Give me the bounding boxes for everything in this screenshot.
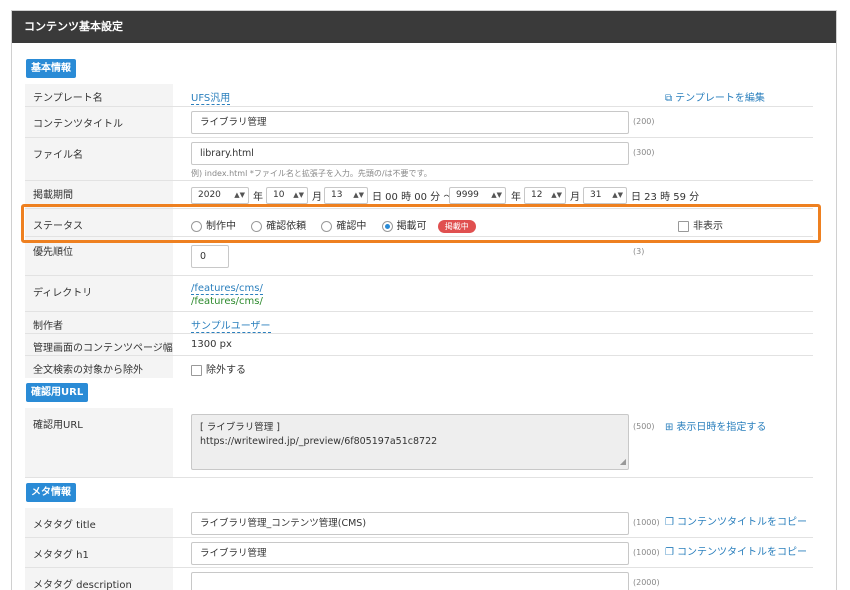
copy-title-link[interactable]: ❐ コンテンツタイトルをコピー xyxy=(665,513,807,528)
start-time-text: 日 00 時 00 分 〜 xyxy=(372,192,454,203)
month-suffix: 月 xyxy=(312,192,322,203)
content-settings-panel: コンテンツ基本設定 基本情報 テンプレート名 UFS汎用 ⧉ テンプレートを編集 … xyxy=(11,10,837,590)
row-directory: ディレクトリ /features/cms/ /features/cms/ xyxy=(25,276,813,312)
plus-square-icon: ⊞ xyxy=(665,422,674,433)
priority-input[interactable]: 0 xyxy=(191,245,229,268)
row-page-width: 管理画面のコンテンツページ幅 1300 px xyxy=(25,334,813,356)
edit-template-link[interactable]: ⧉ テンプレートを編集 xyxy=(665,89,765,104)
panel-header: コンテンツ基本設定 xyxy=(12,11,836,43)
copy-icon: ❐ xyxy=(665,547,674,558)
row-author: 制作者 サンプルユーザー xyxy=(25,312,813,334)
directory-link-green[interactable]: /features/cms/ xyxy=(191,296,263,307)
row-template: テンプレート名 UFS汎用 ⧉ テンプレートを編集 xyxy=(25,84,813,107)
end-month-suffix: 月 xyxy=(570,192,580,203)
copy-h1-link[interactable]: ❐ コンテンツタイトルをコピー xyxy=(665,543,807,558)
meta-title-limit: (1000) xyxy=(633,518,660,527)
meta-title-label: メタタグ title xyxy=(25,508,173,537)
external-link-icon: ⧉ xyxy=(665,93,673,104)
file-name-label: ファイル名 xyxy=(25,138,173,180)
file-name-hint: 例) index.html *ファイル名と拡張子を入力。先頭の/は不要です。 xyxy=(191,169,432,178)
row-fulltext: 全文検索の対象から除外 除外する xyxy=(25,356,813,378)
content-title-input[interactable]: ライブラリ管理 xyxy=(191,111,629,134)
end-year-suffix: 年 xyxy=(511,192,521,203)
row-preview-url: 確認用URL [ ライブラリ管理 ] https://writewired.jp… xyxy=(25,408,813,478)
checkbox-icon xyxy=(191,364,202,376)
preview-url-line2: https://writewired.jp/_preview/6f805197a… xyxy=(200,436,438,447)
file-name-limit: (300) xyxy=(633,148,655,157)
section-preview-url: 確認用URL xyxy=(26,383,89,402)
preview-url-label: 確認用URL xyxy=(25,408,173,477)
content-title-label: コンテンツタイトル xyxy=(25,107,173,137)
content-title-limit: (200) xyxy=(633,117,655,126)
file-name-input[interactable]: library.html xyxy=(191,142,629,165)
priority-limit: (3) xyxy=(633,247,645,256)
author-label: 制作者 xyxy=(25,312,173,333)
template-label: テンプレート名 xyxy=(25,84,173,106)
meta-h1-input[interactable]: ライブラリ管理 xyxy=(191,542,629,565)
end-time-text: 日 23 時 59 分 xyxy=(631,192,700,203)
page-width-label: 管理画面のコンテンツページ幅 xyxy=(25,334,173,355)
preview-url-limit: (500) xyxy=(633,422,655,431)
start-day-select[interactable]: 13 ▲▼ xyxy=(324,187,368,204)
meta-h1-label: メタタグ h1 xyxy=(25,538,173,567)
author-link[interactable]: サンプルユーザー xyxy=(191,321,271,333)
fulltext-label: 全文検索の対象から除外 xyxy=(25,356,173,378)
section-basic-info: 基本情報 xyxy=(26,59,76,78)
status-highlight-frame xyxy=(21,204,821,243)
end-day-select[interactable]: 31 ▲▼ xyxy=(583,187,627,204)
start-year-select[interactable]: 2020 ▲▼ xyxy=(191,187,249,204)
preview-url-textarea[interactable]: [ ライブラリ管理 ] https://writewired.jp/_previ… xyxy=(191,414,629,470)
section-meta-info: メタ情報 xyxy=(26,483,76,502)
preview-url-line1: [ ライブラリ管理 ] xyxy=(200,422,280,433)
directory-link[interactable]: /features/cms/ xyxy=(191,283,263,295)
resize-handle-icon[interactable]: ◢ xyxy=(620,455,626,469)
meta-title-input[interactable]: ライブラリ管理_コンテンツ管理(CMS) xyxy=(191,512,629,535)
page-width-value: 1300 px xyxy=(191,339,232,350)
row-file-name: ファイル名 library.html (300) 例) index.html *… xyxy=(25,138,813,181)
directory-label: ディレクトリ xyxy=(25,276,173,311)
row-meta-title: メタタグ title ライブラリ管理_コンテンツ管理(CMS) (1000) ❐… xyxy=(25,508,813,538)
meta-description-label: メタタグ description xyxy=(25,568,173,590)
exclude-checkbox[interactable]: 除外する xyxy=(191,361,246,376)
start-month-select[interactable]: 10 ▲▼ xyxy=(266,187,308,204)
set-display-date-link[interactable]: ⊞ 表示日時を指定する xyxy=(665,418,766,433)
row-meta-h1: メタタグ h1 ライブラリ管理 (1000) ❐ コンテンツタイトルをコピー xyxy=(25,538,813,568)
copy-icon: ❐ xyxy=(665,517,674,528)
row-content-title: コンテンツタイトル ライブラリ管理 (200) xyxy=(25,107,813,138)
meta-description-input[interactable] xyxy=(191,572,629,590)
end-year-select[interactable]: 9999 ▲▼ xyxy=(449,187,506,204)
meta-description-limit: (2000) xyxy=(633,578,660,587)
meta-h1-limit: (1000) xyxy=(633,548,660,557)
year-suffix: 年 xyxy=(253,192,263,203)
template-link[interactable]: UFS汎用 xyxy=(191,93,231,105)
end-month-select[interactable]: 12 ▲▼ xyxy=(524,187,566,204)
row-meta-description: メタタグ description (2000) xyxy=(25,568,813,590)
